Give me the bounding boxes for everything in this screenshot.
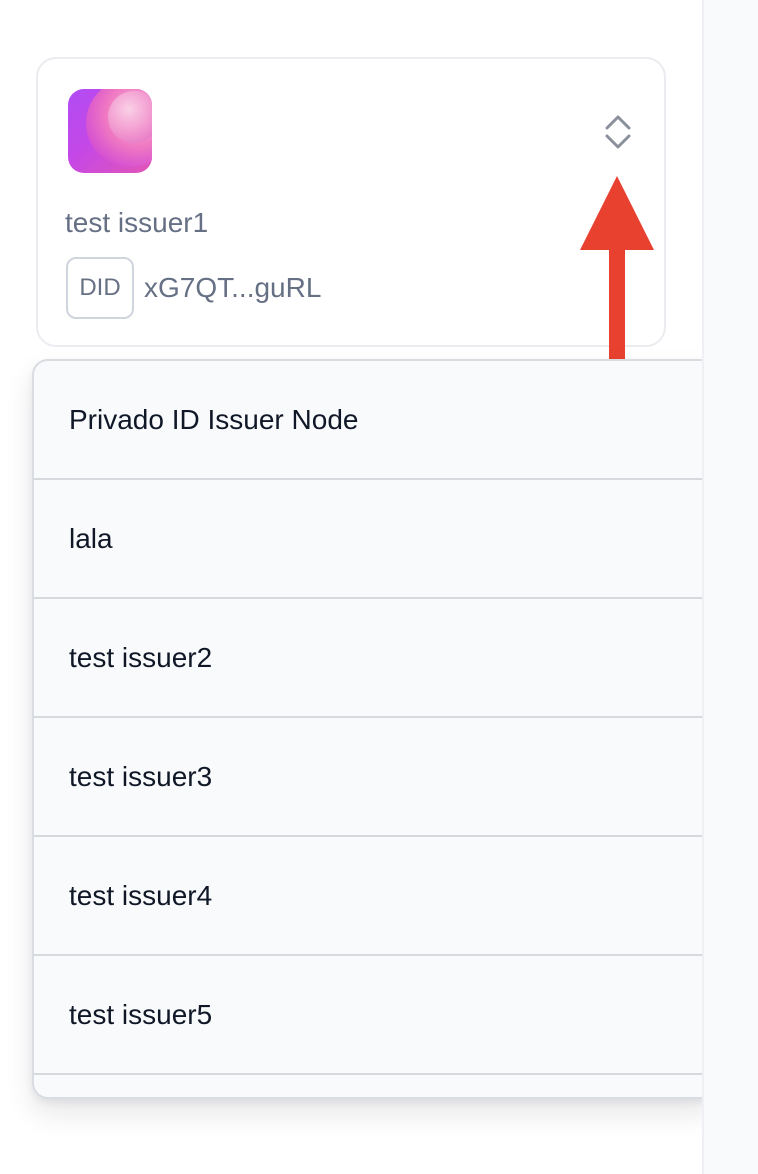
did-value: xG7QT...guRL xyxy=(144,272,322,303)
did-badge: DID xyxy=(66,257,134,319)
dropdown-option-partial[interactable] xyxy=(34,1075,714,1097)
main-content-edge xyxy=(702,0,758,1174)
dropdown-option-lala[interactable]: lala xyxy=(34,480,714,599)
dropdown-option-privado-id-issuer-node[interactable]: Privado ID Issuer Node xyxy=(34,361,714,480)
dropdown-option-test-issuer3[interactable]: test issuer3 xyxy=(34,718,714,837)
issuer-name: test issuer1 xyxy=(65,207,209,238)
dropdown-option-test-issuer4[interactable]: test issuer4 xyxy=(34,837,714,956)
dropdown-option-test-issuer5[interactable]: test issuer5 xyxy=(34,956,714,1075)
sidebar: test issuer1 DID xG7QT...guRL Privado ID… xyxy=(0,0,716,1174)
issuer-logo xyxy=(68,89,152,173)
issuer-selector[interactable]: test issuer1 DID xG7QT...guRL xyxy=(36,57,666,347)
dropdown-option-test-issuer2[interactable]: test issuer2 xyxy=(34,599,714,718)
issuer-dropdown-menu: Privado ID Issuer Node lala test issuer2… xyxy=(32,359,716,1099)
annotation-arrow-up-icon xyxy=(580,176,654,366)
did-row: DID xG7QT...guRL xyxy=(66,255,321,321)
chevron-up-down-icon[interactable] xyxy=(601,112,635,152)
